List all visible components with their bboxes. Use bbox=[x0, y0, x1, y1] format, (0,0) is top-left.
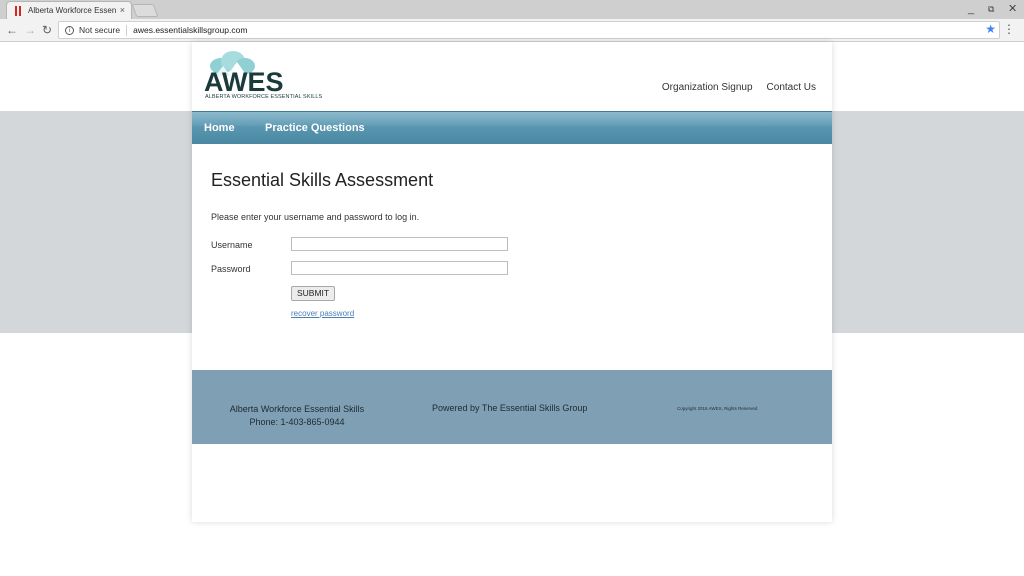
forward-icon[interactable]: → bbox=[24, 23, 36, 37]
browser-toolbar: ← → ↻ i Not secure awes.essentialskillsg… bbox=[0, 19, 1024, 42]
site-favicon-icon bbox=[15, 5, 22, 16]
url-text[interactable]: awes.essentialskillsgroup.com bbox=[133, 25, 247, 35]
login-instructions: Please enter your username and password … bbox=[211, 212, 420, 222]
site-container: AWES ALBERTA WORKFORCE ESSENTIAL SKILLS … bbox=[192, 42, 832, 522]
login-panel: Essential Skills Assessment Please enter… bbox=[192, 144, 832, 370]
nav-item-practice-questions[interactable]: Practice Questions bbox=[265, 122, 365, 134]
nav-item-home[interactable]: Home bbox=[204, 122, 235, 134]
header-links: Organization Signup Contact Us bbox=[662, 82, 816, 93]
logo-text: AWES bbox=[204, 67, 284, 97]
minimize-icon[interactable]: _ bbox=[968, 2, 974, 16]
browser-tabstrip: Alberta Workforce Essen × _ ⧉ ✕ bbox=[0, 0, 1024, 19]
back-icon[interactable]: ← bbox=[6, 23, 18, 37]
password-input[interactable] bbox=[291, 261, 508, 275]
organization-signup-link[interactable]: Organization Signup bbox=[662, 82, 753, 93]
username-input[interactable] bbox=[291, 237, 508, 251]
main-nav: Home Practice Questions bbox=[192, 111, 832, 144]
page-title: Essential Skills Assessment bbox=[211, 170, 434, 190]
info-icon[interactable]: i bbox=[65, 25, 74, 35]
security-label[interactable]: Not secure bbox=[79, 25, 120, 35]
tab-close-icon[interactable]: × bbox=[120, 6, 125, 15]
bookmark-star-icon[interactable]: ★ bbox=[985, 22, 996, 36]
footer-powered-by: Powered by The Essential Skills Group bbox=[432, 403, 588, 413]
footer-org-name: Alberta Workforce Essential Skills bbox=[229, 404, 365, 414]
password-label: Password bbox=[211, 264, 251, 274]
page: AWES ALBERTA WORKFORCE ESSENTIAL SKILLS … bbox=[0, 42, 1024, 576]
username-label: Username bbox=[211, 240, 253, 250]
contact-us-link[interactable]: Contact Us bbox=[767, 82, 816, 93]
recover-password-link[interactable]: recover password bbox=[291, 309, 354, 318]
footer-contact: Alberta Workforce Essential Skills Phone… bbox=[222, 403, 372, 429]
footer-copyright: Copyright 2015 AWES, Rights Reserved bbox=[677, 406, 758, 411]
url-separator bbox=[126, 24, 128, 36]
address-bar[interactable]: i Not secure awes.essentialskillsgroup.c… bbox=[58, 21, 1000, 39]
close-window-icon[interactable]: ✕ bbox=[1008, 2, 1017, 16]
site-logo[interactable]: AWES ALBERTA WORKFORCE ESSENTIAL SKILLS bbox=[204, 48, 329, 103]
reload-icon[interactable]: ↻ bbox=[42, 23, 52, 37]
footer-phone: Phone: 1-403-865-0944 bbox=[249, 417, 345, 427]
browser-tab[interactable]: Alberta Workforce Essen × bbox=[6, 1, 132, 19]
logo-subtitle: ALBERTA WORKFORCE ESSENTIAL SKILLS bbox=[205, 94, 323, 100]
tab-title: Alberta Workforce Essen bbox=[28, 6, 116, 15]
submit-button[interactable]: SUBMIT bbox=[291, 286, 336, 301]
browser-menu-icon[interactable]: ⋮ bbox=[1003, 22, 1015, 36]
site-header: AWES ALBERTA WORKFORCE ESSENTIAL SKILLS … bbox=[192, 42, 832, 111]
site-footer: Alberta Workforce Essential Skills Phone… bbox=[192, 370, 832, 444]
new-tab-button[interactable] bbox=[131, 4, 159, 17]
restore-icon[interactable]: ⧉ bbox=[988, 2, 994, 16]
